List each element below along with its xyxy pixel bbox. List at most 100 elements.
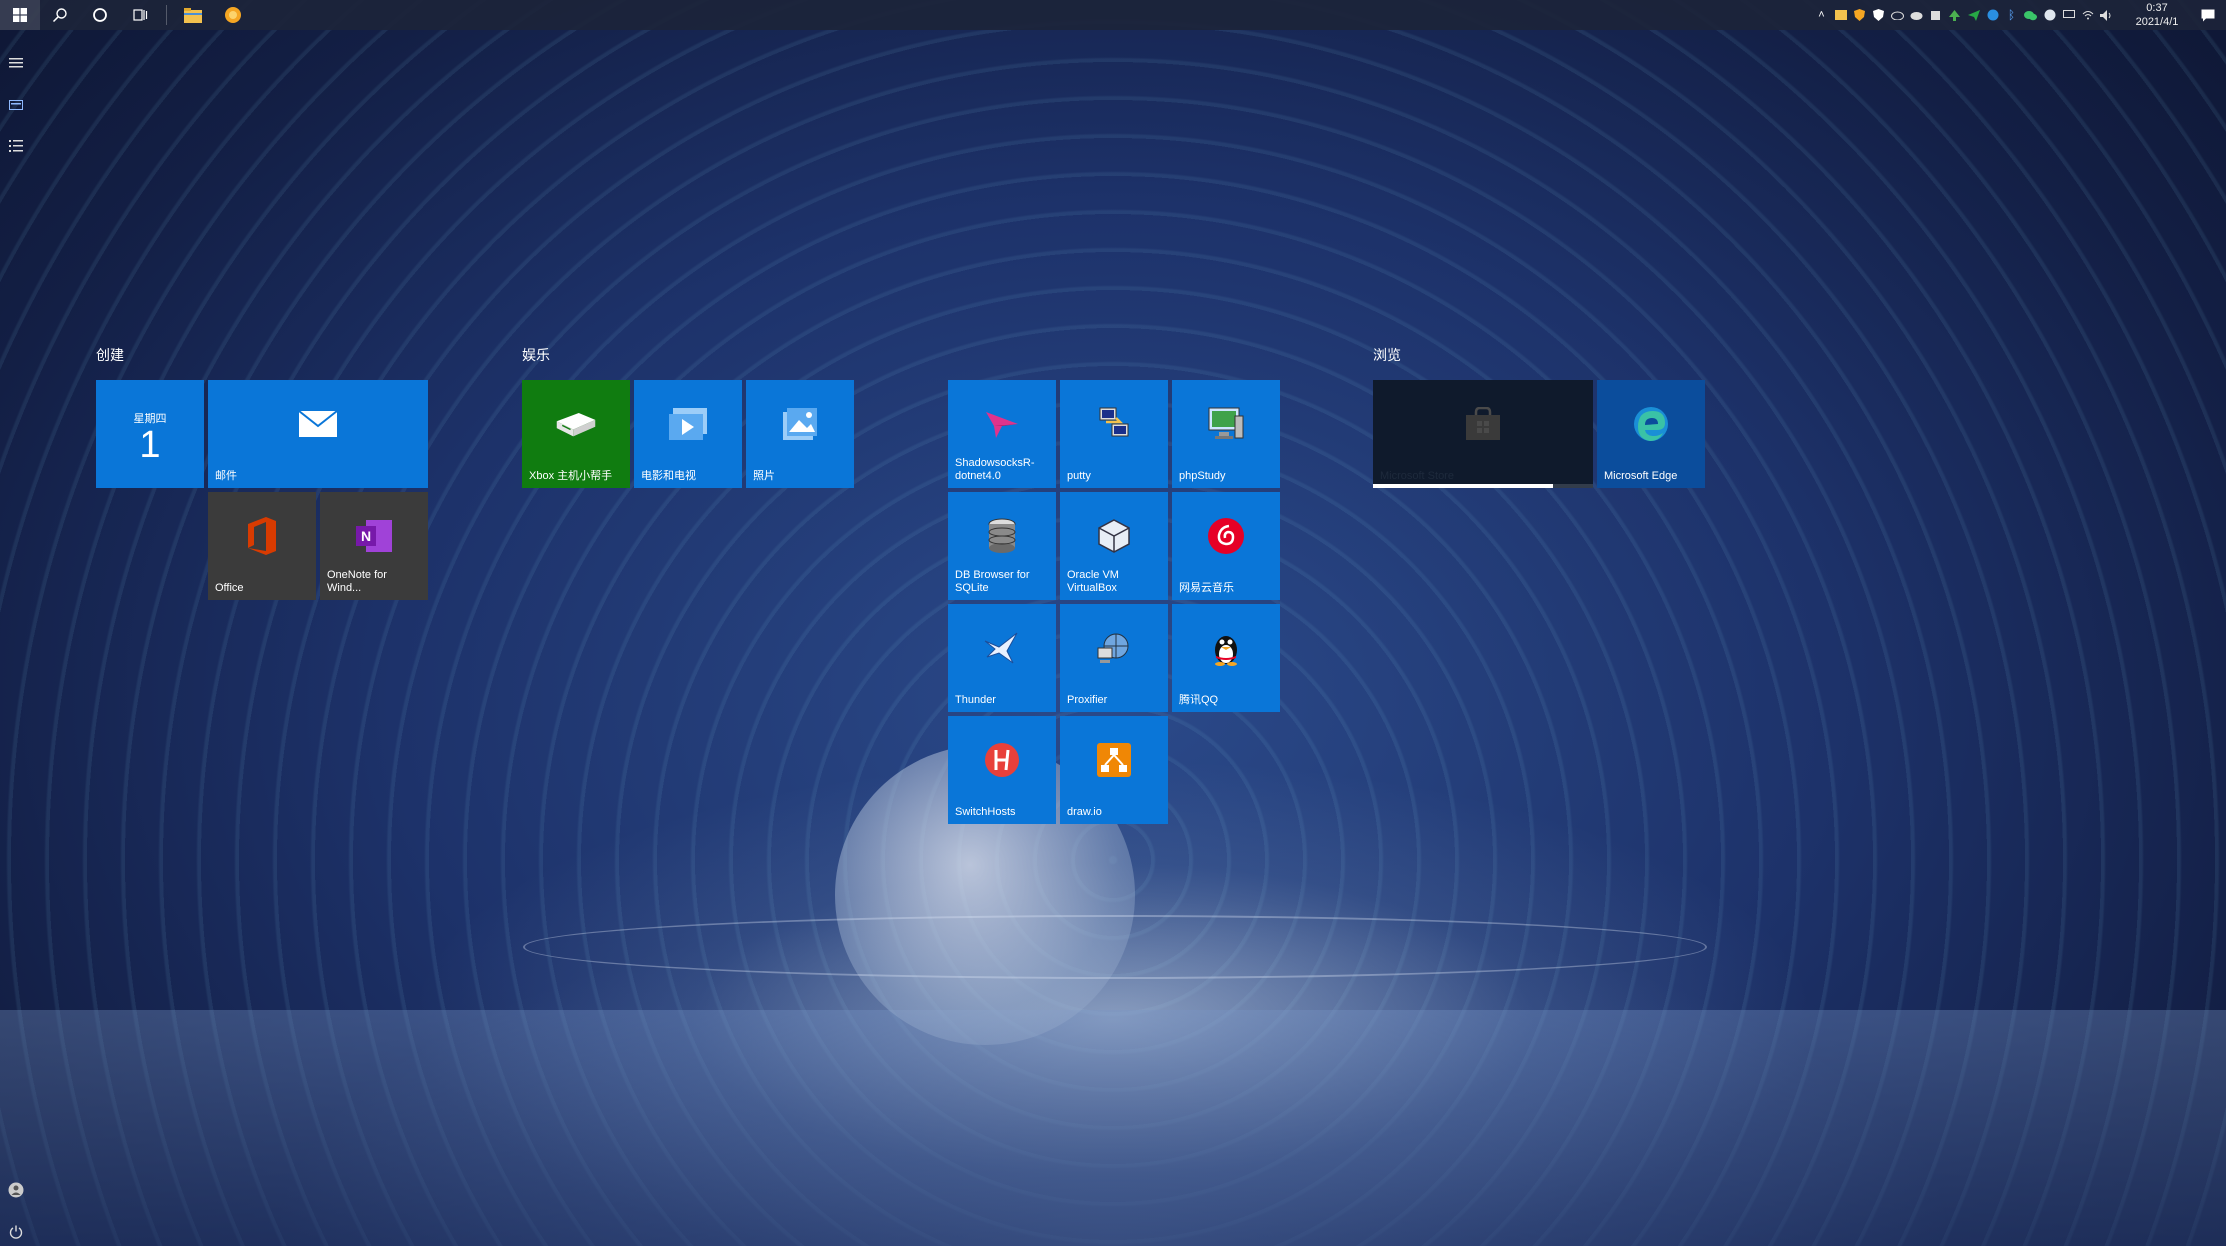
proxifier-globe-icon [1092,626,1136,670]
wallpaper-ring [523,915,1707,979]
windows-logo-icon [13,8,27,22]
movies-tv-tile[interactable]: 电影和电视 [634,380,742,488]
onenote-label: OneNote for Wind... [327,569,387,594]
taskbar: ˄ ᛒ 0:37 2021/4/1 [0,0,2226,30]
app-label: putty [1067,470,1091,482]
task-view-button[interactable] [120,0,160,30]
tray-bluetooth-icon[interactable]: ᛒ [2002,0,2021,30]
app-tile[interactable]: phpStudy [1172,380,1280,488]
taskbar-browser-app[interactable] [213,0,253,30]
database-icon [980,514,1024,558]
tray-green-arrow-icon[interactable] [1945,0,1964,30]
app-label: ShadowsocksR-dotnet4.0 [955,457,1035,482]
notification-icon [2201,9,2215,21]
store-bag-icon [1461,402,1505,446]
group-title-entertainment[interactable]: 娱乐 [522,345,550,365]
taskbar-clock[interactable]: 0:37 2021/4/1 [2124,1,2190,29]
app-label: phpStudy [1179,470,1226,482]
app-tile[interactable]: DB Browser for SQLite [948,492,1056,600]
app-tile[interactable]: 网易云音乐 [1172,492,1280,600]
tray-display-icon[interactable] [2059,0,2078,30]
cortana-circle-icon [93,8,107,22]
app-tile[interactable]: Proxifier [1060,604,1168,712]
app-tile[interactable]: 腾讯QQ [1172,604,1280,712]
office-tile[interactable]: Office [208,492,316,600]
shadowsocksr-paperplane-icon [980,402,1024,446]
app-tile[interactable]: SwitchHosts [948,716,1056,824]
tray-volume-icon[interactable] [2097,0,2116,30]
file-explorer-icon [184,7,202,23]
user-avatar-icon [8,1182,24,1198]
phpstudy-monitor-icon [1204,402,1248,446]
app-label: Oracle VM VirtualBox [1067,569,1119,594]
movies-play-icon [666,402,710,446]
tray-onedrive-icon[interactable] [1907,0,1926,30]
app-tile[interactable]: Oracle VM VirtualBox [1060,492,1168,600]
tray-shield-icon[interactable] [1850,0,1869,30]
group-title-create[interactable]: 创建 [96,345,124,365]
xbox-label: Xbox 主机小帮手 [529,470,613,482]
microsoft-edge-tile[interactable]: Microsoft Edge [1597,380,1705,488]
tray-defender-icon[interactable] [1869,0,1888,30]
tray-headset-icon[interactable] [1983,0,2002,30]
app-label: 腾讯QQ [1179,694,1219,706]
clock-date: 2021/4/1 [2135,16,2179,28]
netease-music-icon [1204,514,1248,558]
list-icon [9,140,23,152]
tray-cloud-icon[interactable] [1888,0,1907,30]
user-account-button[interactable] [7,1181,25,1199]
start-rail [0,30,32,1246]
system-tray: ˄ ᛒ 0:37 2021/4/1 [1812,0,2226,30]
microsoft-store-tile[interactable]: Microsoft Store [1373,380,1593,488]
action-center-button[interactable] [2190,0,2226,30]
search-icon [52,8,67,23]
taskbar-file-explorer[interactable] [173,0,213,30]
photos-tile[interactable]: 照片 [746,380,854,488]
mail-icon [296,402,340,446]
search-button[interactable] [40,0,80,30]
switchhosts-icon [980,738,1024,782]
calendar-day-number: 1 [139,424,161,466]
app-label: Proxifier [1067,694,1108,706]
store-label: Microsoft Store [1380,470,1454,482]
tray-folder-icon[interactable] [1831,0,1850,30]
xbox-console-icon [554,402,598,446]
wallpaper-floor [0,1010,2226,1246]
app-label: SwitchHosts [955,806,1016,818]
office-icon [240,514,284,558]
store-progress-fill [1373,484,1554,488]
app-tile[interactable]: ShadowsocksR-dotnet4.0 [948,380,1056,488]
tray-wechat-icon[interactable] [2021,0,2040,30]
tray-paperplane-icon[interactable] [1964,0,1983,30]
qq-penguin-icon [1204,626,1248,670]
tray-steam-icon[interactable] [2040,0,2059,30]
office-label: Office [215,582,244,594]
all-apps-button[interactable] [7,137,25,155]
xbox-companion-tile[interactable]: Xbox 主机小帮手 [522,380,630,488]
movies-label: 电影和电视 [641,470,696,482]
putty-computers-icon [1092,402,1136,446]
tray-overflow-icon[interactable]: ˄ [1812,0,1831,30]
app-tile[interactable]: draw.io [1060,716,1168,824]
pinned-tiles-button[interactable] [7,96,25,114]
drawio-icon [1092,738,1136,782]
calendar-tile[interactable]: 星期四 1 [96,380,204,488]
app-label: Thunder [955,694,996,706]
mail-tile[interactable]: 邮件 [208,380,428,488]
tray-wifi-icon[interactable] [2078,0,2097,30]
app-label: 网易云音乐 [1179,582,1234,594]
virtualbox-cube-icon [1092,514,1136,558]
power-button[interactable] [7,1223,25,1241]
onenote-icon: N [352,514,396,558]
tray-network-app-icon[interactable] [1926,0,1945,30]
app-tile[interactable]: Thunder [948,604,1056,712]
edge-icon [1629,402,1673,446]
expand-menu-button[interactable] [7,54,25,72]
start-button[interactable] [0,0,40,30]
cortana-button[interactable] [80,0,120,30]
hamburger-icon [9,58,23,68]
group-title-browse[interactable]: 浏览 [1373,345,1401,365]
onenote-tile[interactable]: N OneNote for Wind... [320,492,428,600]
task-view-icon [133,9,148,21]
app-tile[interactable]: putty [1060,380,1168,488]
